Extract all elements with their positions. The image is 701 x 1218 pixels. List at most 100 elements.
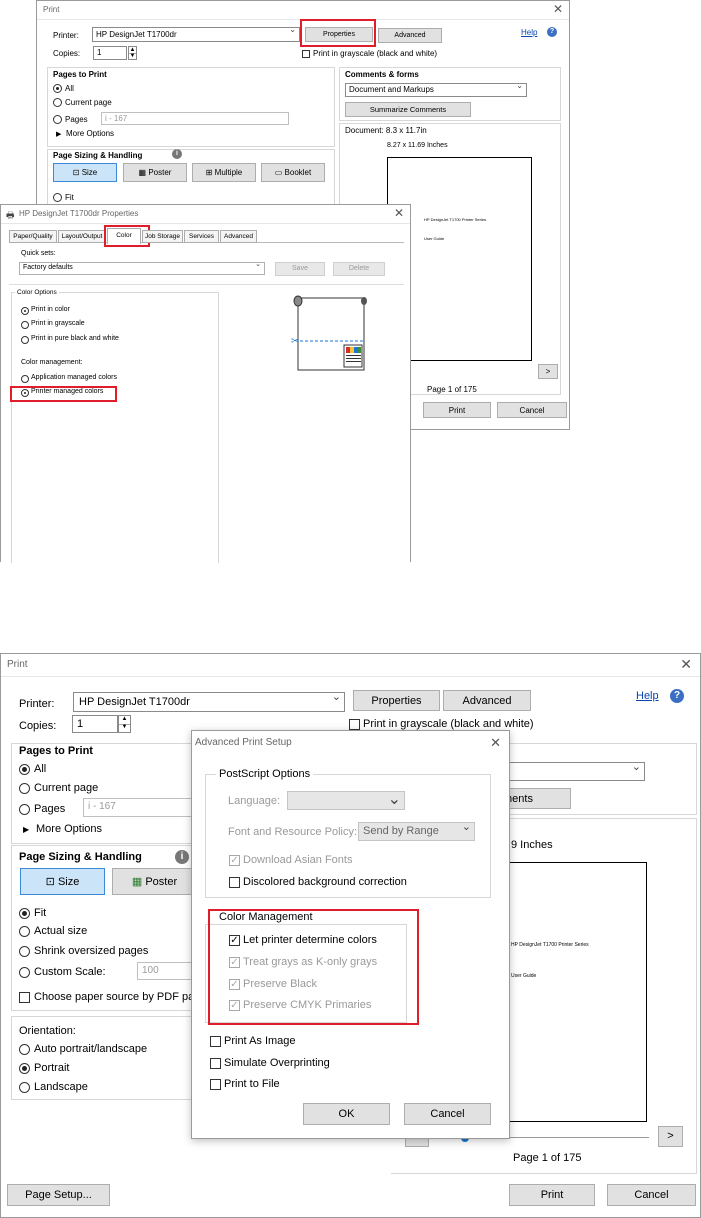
fit-radio[interactable]: [53, 193, 62, 202]
comments-select[interactable]: s: [501, 762, 645, 781]
pages-value: i - 167: [88, 801, 116, 812]
tab-advanced[interactable]: Advanced: [220, 230, 257, 243]
ok-button[interactable]: OK: [303, 1103, 390, 1125]
discolored-checkbox[interactable]: [229, 877, 240, 888]
current-page-radio[interactable]: [19, 783, 30, 794]
all-radio[interactable]: [19, 764, 30, 775]
tab-layout-output[interactable]: Layout/Output: [58, 230, 106, 243]
save-button[interactable]: Save: [275, 262, 325, 276]
poster-button[interactable]: ▦ Poster: [112, 868, 197, 895]
pages-radio[interactable]: [19, 804, 30, 815]
properties-close-icon[interactable]: ✕: [394, 206, 404, 220]
paper-source-checkbox[interactable]: [19, 992, 30, 1003]
print-color-radio[interactable]: [21, 307, 29, 315]
portrait-radio[interactable]: [19, 1063, 30, 1074]
all-radio[interactable]: [53, 84, 62, 93]
auto-portrait-radio[interactable]: [19, 1044, 30, 1055]
copies-stepper[interactable]: ▲ ▼: [118, 715, 131, 733]
help-link[interactable]: Help: [521, 28, 537, 37]
size-button[interactable]: ⊡ Size: [20, 868, 105, 895]
sizing-info-icon[interactable]: i: [172, 149, 182, 159]
poster-button[interactable]: ▦ Poster: [123, 163, 187, 182]
fit-radio[interactable]: [19, 908, 30, 919]
printer-select[interactable]: HP DesignJet T1700dr: [92, 27, 300, 42]
help-link[interactable]: Help: [636, 690, 659, 702]
close-icon[interactable]: ✕: [553, 2, 563, 16]
copies-stepper[interactable]: ▲ ▼: [128, 46, 137, 60]
pages-radio[interactable]: [53, 115, 62, 124]
help-icon[interactable]: ?: [670, 689, 684, 703]
print-close-icon[interactable]: ✕: [680, 656, 692, 673]
advanced-close-icon[interactable]: ✕: [490, 735, 501, 751]
booklet-button[interactable]: ▭ Booklet: [261, 163, 325, 182]
title-bar: Print ✕: [37, 1, 569, 20]
print-button[interactable]: Print: [423, 402, 491, 418]
more-options-chevron-icon[interactable]: ▶: [56, 130, 61, 138]
sizing-info-icon[interactable]: i: [175, 850, 189, 864]
tab-paper-quality[interactable]: Paper/Quality: [9, 230, 57, 243]
print-as-image-checkbox[interactable]: [210, 1036, 221, 1047]
current-page-label: Current page: [65, 98, 112, 107]
more-options-label[interactable]: More Options: [66, 129, 114, 138]
language-select[interactable]: [287, 791, 405, 810]
quick-sets-select[interactable]: Factory defaults: [19, 262, 265, 275]
advanced-title-bar: Advanced Print Setup ✕: [192, 731, 509, 755]
font-policy-select[interactable]: Send by Range: [358, 822, 475, 841]
roll-paper-illustration: ✂: [291, 295, 367, 371]
tab-services[interactable]: Services: [184, 230, 219, 243]
svg-text:✂: ✂: [291, 336, 299, 347]
poster-icon: ▦: [138, 168, 147, 177]
preview-size: 9 Inches: [511, 839, 553, 851]
size-icon: ⊡: [72, 168, 80, 177]
pages-input[interactable]: i - 167: [101, 112, 289, 125]
printer-select[interactable]: HP DesignJet T1700dr: [73, 692, 345, 712]
custom-scale-label: Custom Scale:: [34, 966, 106, 978]
next-page-button[interactable]: >: [538, 364, 558, 379]
print-gray-radio[interactable]: [21, 321, 29, 329]
custom-scale-radio[interactable]: [19, 967, 30, 978]
next-page-button[interactable]: >: [658, 1126, 683, 1147]
size-button[interactable]: ⊡ Size: [53, 163, 117, 182]
copies-input[interactable]: 1: [72, 715, 118, 733]
simulate-overprinting-checkbox[interactable]: [210, 1058, 221, 1069]
grayscale-checkbox[interactable]: [349, 719, 360, 730]
landscape-label: Landscape: [34, 1081, 88, 1093]
multiple-button[interactable]: ⊞ Multiple: [192, 163, 256, 182]
summarize-comments-button[interactable]: Summarize Comments: [345, 102, 471, 117]
download-fonts-checkbox[interactable]: ✓: [229, 855, 240, 866]
summarize-comments-button[interactable]: ments: [501, 788, 571, 809]
pages-input[interactable]: i - 167: [83, 798, 195, 817]
tab-job-storage[interactable]: Job Storage: [142, 230, 183, 243]
help-icon[interactable]: ?: [547, 27, 557, 37]
current-page-label: Current page: [34, 782, 99, 794]
cancel-button[interactable]: Cancel: [497, 402, 567, 418]
comments-select[interactable]: Document and Markups: [345, 83, 527, 97]
grayscale-checkbox[interactable]: [302, 50, 310, 58]
page-setup-button[interactable]: Page Setup...: [7, 1184, 110, 1206]
app-managed-label: Application managed colors: [31, 374, 117, 381]
copies-input[interactable]: 1: [93, 46, 127, 60]
divider: [9, 284, 404, 285]
more-options-chevron-icon[interactable]: ▶: [23, 825, 29, 834]
print-button[interactable]: Print: [509, 1184, 595, 1206]
properties-button[interactable]: Properties: [353, 690, 440, 711]
landscape-radio[interactable]: [19, 1082, 30, 1093]
app-managed-radio[interactable]: [21, 375, 29, 383]
more-options-label[interactable]: More Options: [36, 823, 102, 835]
advanced-button[interactable]: Advanced: [378, 28, 442, 43]
advanced-cancel-button[interactable]: Cancel: [404, 1103, 491, 1125]
comments-heading: Comments & forms: [345, 70, 419, 79]
advanced-title: Advanced Print Setup: [195, 737, 292, 748]
print-to-file-checkbox[interactable]: [210, 1079, 221, 1090]
print-bw-radio[interactable]: [21, 336, 29, 344]
current-page-radio[interactable]: [53, 98, 62, 107]
custom-scale-input[interactable]: 100: [137, 962, 195, 980]
pages-to-print-heading: Pages to Print: [53, 70, 107, 79]
actual-size-radio[interactable]: [19, 926, 30, 937]
cancel-button[interactable]: Cancel: [607, 1184, 696, 1206]
all-label: All: [34, 763, 47, 775]
advanced-button[interactable]: Advanced: [443, 690, 531, 711]
font-policy-value: Send by Range: [363, 825, 439, 837]
shrink-radio[interactable]: [19, 946, 30, 957]
delete-button[interactable]: Delete: [333, 262, 385, 276]
